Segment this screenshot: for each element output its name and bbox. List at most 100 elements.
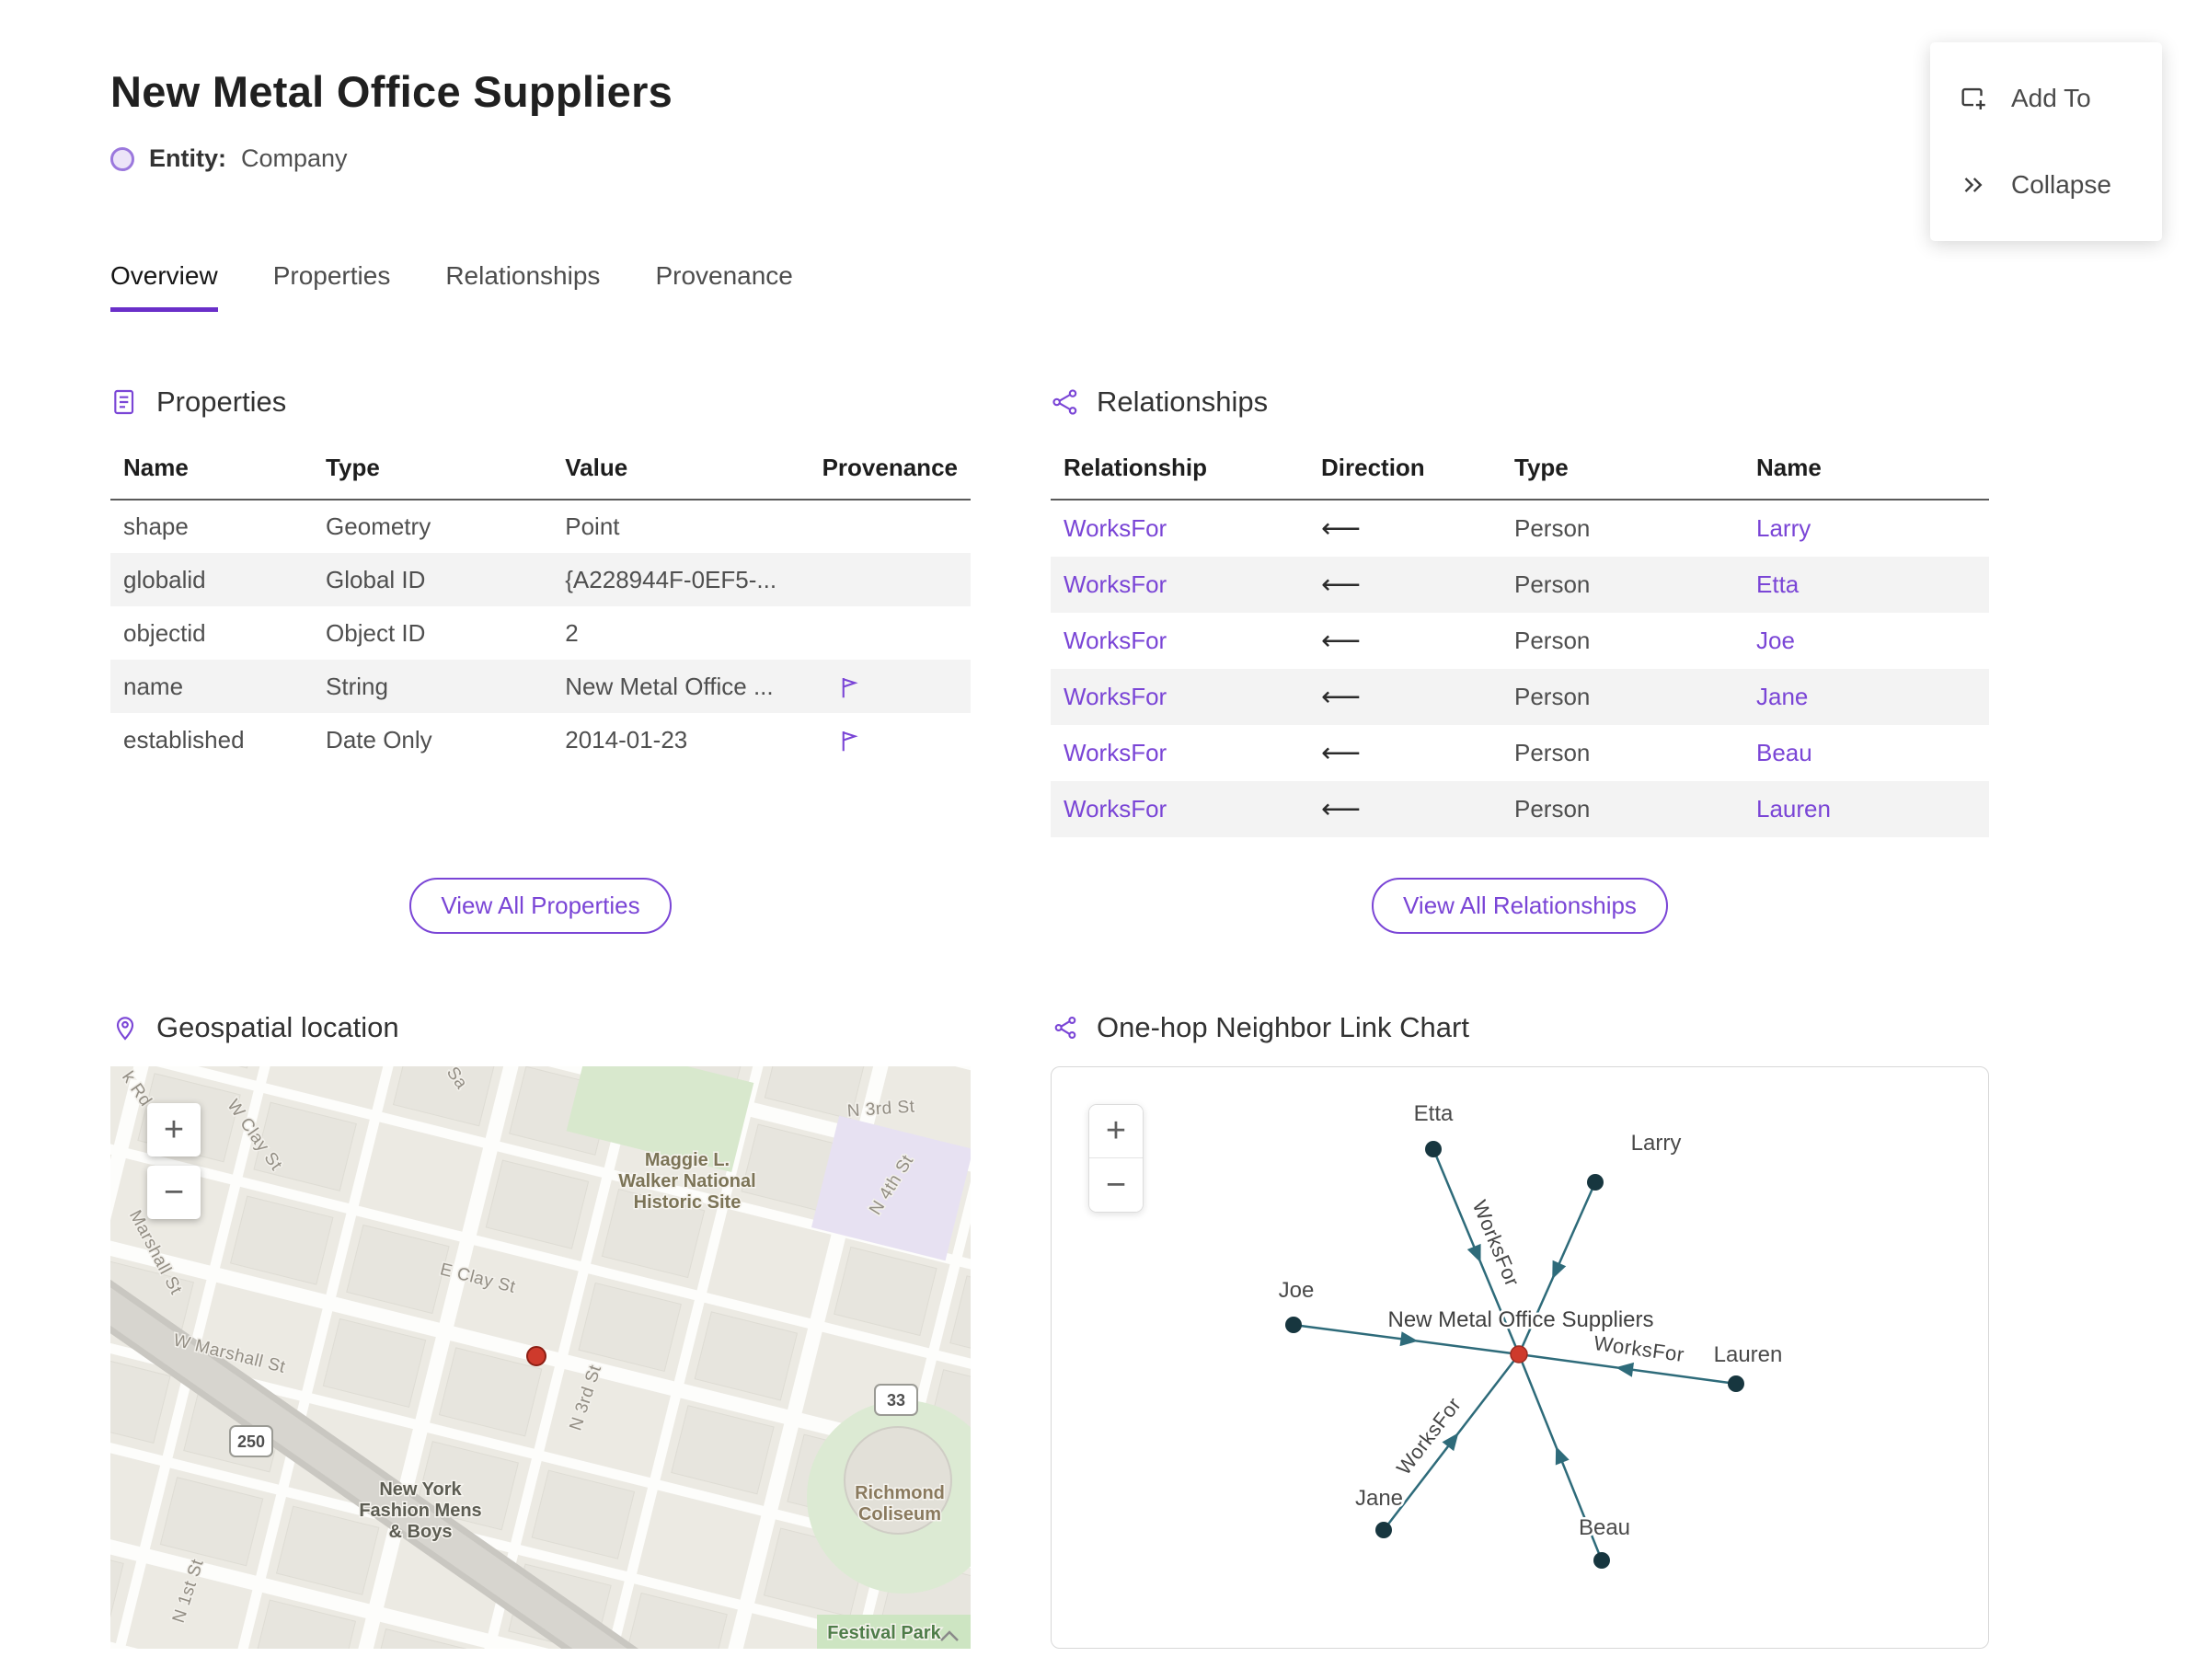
properties-col-type: Type	[313, 441, 553, 501]
property-name: name	[123, 672, 184, 700]
node-label: Joe	[1279, 1278, 1315, 1303]
chart-zoom-in-button[interactable]: +	[1089, 1105, 1143, 1158]
tab-provenance[interactable]: Provenance	[655, 261, 792, 312]
relationship-link[interactable]: WorksFor	[1064, 627, 1167, 654]
property-row: objectid Object ID 2	[110, 606, 971, 660]
relationships-section-title: Relationships	[1097, 385, 1269, 418]
map[interactable]: k Rd W Clay St Sa Marshall St W Marshall St E…	[110, 1066, 971, 1649]
property-name: established	[123, 725, 245, 754]
relationships-panel: Relationships Relationship Direction Typ…	[1051, 385, 1989, 934]
property-name: objectid	[123, 618, 206, 647]
property-type: Geometry	[326, 512, 431, 540]
entity-type-icon	[110, 146, 134, 171]
provenance-flag-icon[interactable]	[835, 727, 863, 754]
route-shield: 250	[229, 1425, 273, 1457]
relationship-type: Person	[1514, 570, 1591, 598]
map-pin-icon	[116, 1017, 134, 1041]
relationship-type: Person	[1514, 514, 1591, 542]
add-to-label: Add To	[2011, 84, 2091, 112]
relationship-row: WorksFor ⟵ Person Joe	[1051, 613, 1989, 669]
relationship-type: Person	[1514, 627, 1591, 654]
graph-node[interactable]	[1587, 1174, 1604, 1191]
collapse-chevrons-icon	[1964, 178, 1983, 192]
property-type: String	[326, 672, 388, 700]
link-chart-canvas[interactable]: WorksForWorksForWorksForEttaLarryJoeLaur…	[1052, 1067, 1988, 1648]
relationship-row: WorksFor ⟵ Person Beau	[1051, 725, 1989, 781]
graph-node[interactable]	[1728, 1375, 1744, 1392]
relationships-col-name: Name	[1743, 441, 1989, 501]
view-all-properties-button[interactable]: View All Properties	[409, 878, 672, 934]
chart-zoom-out-button[interactable]: −	[1089, 1158, 1143, 1212]
property-value: 2014-01-23	[565, 725, 688, 754]
link-chart-section-title: One-hop Neighbor Link Chart	[1097, 1011, 1469, 1043]
graph-node[interactable]	[1593, 1552, 1610, 1569]
geospatial-section-title: Geospatial location	[156, 1011, 399, 1043]
map-zoom-in-button[interactable]: +	[147, 1103, 201, 1156]
related-entity-link[interactable]: Etta	[1756, 570, 1799, 598]
provenance-flag-icon[interactable]	[835, 673, 863, 701]
map-canvas[interactable]: k RdW Clay StSaMarshall StW Marshall StE…	[110, 1066, 971, 1649]
tab-properties[interactable]: Properties	[273, 261, 391, 312]
tab-overview[interactable]: Overview	[110, 261, 218, 312]
place-label: Richmond Coliseum	[855, 1483, 945, 1525]
edge-arrow-icon	[1466, 1243, 1481, 1263]
add-to-button[interactable]: Add To	[1930, 55, 2162, 142]
graph-node[interactable]	[1375, 1522, 1392, 1538]
relationship-link[interactable]: WorksFor	[1064, 795, 1167, 823]
relationship-link[interactable]: WorksFor	[1064, 514, 1167, 542]
add-to-icon	[1961, 87, 1985, 110]
property-name: shape	[123, 512, 189, 540]
page-title: New Metal Office Suppliers	[110, 67, 673, 116]
relationships-col-type: Type	[1501, 441, 1743, 501]
relationships-icon	[1052, 389, 1077, 415]
direction-arrow: ⟵	[1321, 738, 1362, 768]
map-zoom-out-button[interactable]: −	[147, 1166, 201, 1219]
edge-arrow-icon	[1616, 1362, 1635, 1377]
edge-label: WorksFor	[1593, 1331, 1685, 1366]
geospatial-section: Geospatial location k Rd W Clay St Sa Marsh…	[110, 1011, 971, 1649]
graph-node[interactable]	[1285, 1317, 1302, 1333]
property-name: globalid	[123, 565, 206, 593]
relationship-link[interactable]: WorksFor	[1064, 739, 1167, 766]
property-provenance	[810, 500, 971, 553]
relationships-col-direction: Direction	[1308, 441, 1501, 501]
svg-text:250: 250	[237, 1433, 265, 1451]
collapse-label: Collapse	[2011, 170, 2111, 199]
node-label: Beau	[1579, 1515, 1630, 1540]
svg-text:33: 33	[887, 1391, 905, 1410]
edge-arrow-icon	[1399, 1331, 1419, 1347]
relationship-link[interactable]: WorksFor	[1064, 683, 1167, 710]
direction-arrow: ⟵	[1321, 570, 1362, 600]
node-label: Larry	[1631, 1131, 1682, 1156]
tab-bar: Overview Properties Relationships Proven…	[110, 261, 2098, 312]
entity-type-value: Company	[241, 144, 348, 172]
property-provenance	[810, 660, 971, 713]
relationships-col-relationship: Relationship	[1051, 441, 1308, 501]
related-entity-link[interactable]: Joe	[1756, 627, 1795, 654]
relationship-type: Person	[1514, 683, 1591, 710]
collapse-button[interactable]: Collapse	[1930, 142, 2162, 228]
view-all-relationships-button[interactable]: View All Relationships	[1372, 878, 1668, 934]
related-entity-link[interactable]: Lauren	[1756, 795, 1831, 823]
property-row: name String New Metal Office ...	[110, 660, 971, 714]
properties-col-value: Value	[552, 441, 810, 501]
related-entity-link[interactable]: Larry	[1756, 514, 1811, 542]
one-hop-icon	[1054, 1016, 1076, 1040]
properties-col-name: Name	[110, 441, 314, 501]
graph-center-node[interactable]	[1510, 1345, 1528, 1364]
relationship-type: Person	[1514, 739, 1591, 766]
graph-node[interactable]	[1425, 1141, 1442, 1157]
direction-arrow: ⟵	[1321, 682, 1362, 712]
relationship-row: WorksFor ⟵ Person Larry	[1051, 500, 1989, 557]
properties-icon	[114, 389, 134, 415]
relationships-table: Relationship Direction Type Name WorksFo…	[1051, 441, 1989, 837]
related-entity-link[interactable]: Jane	[1756, 683, 1808, 710]
properties-section-title: Properties	[156, 385, 287, 418]
property-provenance	[810, 713, 971, 766]
link-chart-section: One-hop Neighbor Link Chart WorksFor Work…	[1051, 1011, 1989, 1649]
link-chart[interactable]: WorksFor WorksFor WorksFor Etta Larry Joe Laur…	[1051, 1066, 1989, 1649]
related-entity-link[interactable]: Beau	[1756, 739, 1812, 766]
relationship-link[interactable]: WorksFor	[1064, 570, 1167, 598]
tab-relationships[interactable]: Relationships	[445, 261, 600, 312]
property-value: New Metal Office ...	[565, 672, 774, 700]
